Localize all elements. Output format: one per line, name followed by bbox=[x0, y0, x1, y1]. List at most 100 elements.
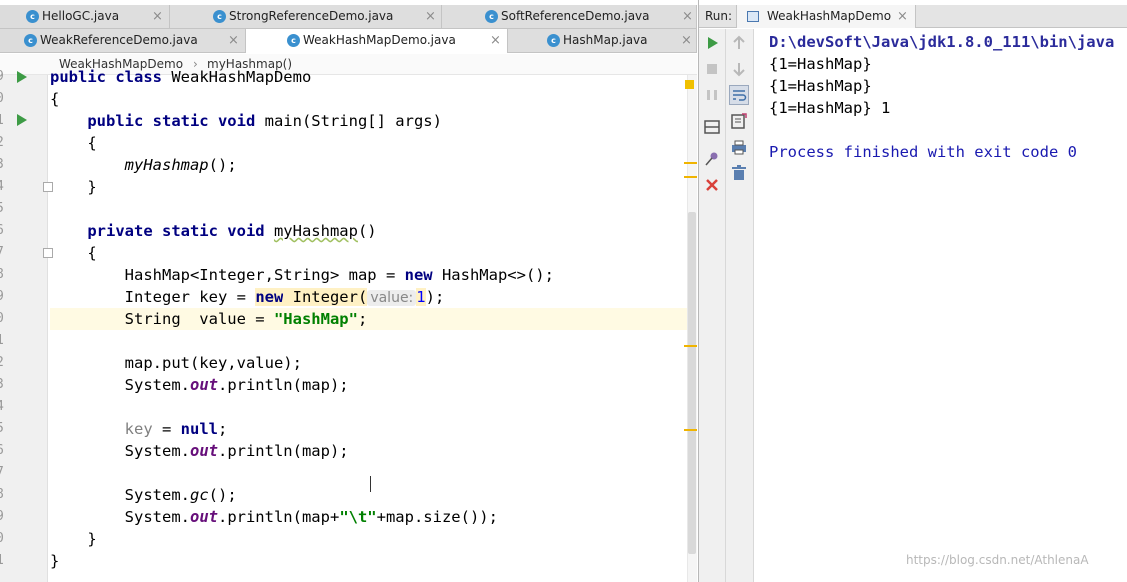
close-icon[interactable]: × bbox=[682, 5, 693, 28]
line-number: 4 bbox=[0, 176, 8, 198]
run-icon[interactable] bbox=[702, 33, 722, 53]
line-number: 6 bbox=[0, 440, 8, 462]
line-number: 5 bbox=[0, 418, 8, 440]
warning-status-icon[interactable] bbox=[685, 80, 694, 89]
warning-marker[interactable] bbox=[684, 176, 697, 178]
line-number: 3 bbox=[0, 374, 8, 396]
tab-weakhashmapdemo[interactable]: c WeakHashMapDemo.java × bbox=[246, 29, 508, 53]
run-toolbar-left bbox=[699, 29, 726, 582]
stop-icon[interactable] bbox=[702, 59, 722, 79]
code-line: Integer key = new Integer(value: 1); bbox=[124, 288, 445, 306]
soft-wrap-icon[interactable] bbox=[729, 85, 749, 105]
tab-hashmap[interactable]: c HashMap.java × bbox=[508, 29, 697, 52]
console-line: Process finished with exit code 0 bbox=[769, 143, 1077, 161]
line-number: 9 bbox=[0, 286, 8, 308]
line-number: 0 bbox=[0, 308, 8, 330]
code-line: System.out.println(map); bbox=[124, 376, 349, 394]
tab-label: StrongReferenceDemo.java bbox=[229, 9, 394, 23]
console-line: D:\devSoft\Java\jdk1.8.0_111\bin\java bbox=[769, 33, 1115, 51]
pause-icon[interactable] bbox=[702, 85, 722, 105]
code-line: private static void myHashmap() bbox=[87, 222, 377, 240]
code-line-current: String value = "HashMap"; bbox=[50, 308, 687, 330]
tab-strongreferencedemo[interactable]: c StrongReferenceDemo.java × bbox=[170, 5, 442, 28]
run-class-icon[interactable] bbox=[17, 71, 27, 83]
console-output[interactable]: D:\devSoft\Java\jdk1.8.0_111\bin\java {1… bbox=[755, 29, 1127, 582]
parameter-hint: value: bbox=[367, 290, 417, 306]
code-area[interactable]: public class WeakHashMapDemo { public st… bbox=[50, 66, 687, 582]
code-line: { bbox=[50, 90, 60, 108]
line-number: 7 bbox=[0, 242, 8, 264]
up-icon[interactable] bbox=[729, 33, 749, 53]
run-tab-label: WeakHashMapDemo bbox=[767, 9, 892, 23]
code-line: map.put(key,value); bbox=[50, 354, 302, 372]
line-number: 1 bbox=[0, 330, 8, 352]
run-panel-header: Run: WeakHashMapDemo × bbox=[699, 5, 1127, 28]
class-icon: c bbox=[26, 10, 39, 23]
run-toolbar-right bbox=[726, 29, 754, 582]
close-icon[interactable]: × bbox=[897, 5, 908, 28]
line-number: 7 bbox=[0, 462, 8, 484]
class-icon: c bbox=[24, 34, 37, 47]
tab-weakreferencedemo[interactable]: c WeakReferenceDemo.java × bbox=[20, 29, 246, 52]
warning-marker[interactable] bbox=[684, 345, 697, 347]
console-line: {1=HashMap} 1 bbox=[769, 99, 891, 117]
run-main-icon[interactable] bbox=[17, 114, 27, 126]
export-icon[interactable] bbox=[729, 111, 749, 131]
code-line: } bbox=[50, 552, 60, 570]
warning-marker[interactable] bbox=[684, 162, 697, 164]
text-cursor-icon bbox=[370, 476, 376, 492]
tab-label: HelloGC.java bbox=[42, 9, 120, 23]
print-icon[interactable] bbox=[729, 137, 749, 157]
line-number: 5 bbox=[0, 198, 8, 220]
editor-tab-row-1: c HelloGC.java × c StrongReferenceDemo.j… bbox=[0, 5, 697, 29]
line-number: 3 bbox=[0, 154, 8, 176]
line-number: 1 bbox=[0, 550, 8, 572]
watermark: https://blog.csdn.net/AthlenaA bbox=[906, 553, 1089, 567]
line-number: 8 bbox=[0, 484, 8, 506]
close-icon[interactable]: × bbox=[425, 5, 436, 28]
scrollbar-thumb[interactable] bbox=[688, 212, 696, 554]
line-number: 4 bbox=[0, 396, 8, 418]
pin-icon[interactable] bbox=[702, 149, 722, 169]
class-icon: c bbox=[547, 34, 560, 47]
tab-label: WeakReferenceDemo.java bbox=[40, 33, 198, 47]
class-icon: c bbox=[213, 10, 226, 23]
tab-label: WeakHashMapDemo.java bbox=[303, 33, 456, 47]
class-icon: c bbox=[287, 34, 300, 47]
close-icon[interactable]: × bbox=[490, 29, 501, 52]
line-number: 0 bbox=[0, 528, 8, 550]
close-icon[interactable] bbox=[702, 175, 722, 195]
line-number: 9 bbox=[0, 506, 8, 528]
editor-tab-row-2: c WeakReferenceDemo.java × c WeakHashMap… bbox=[0, 29, 697, 53]
close-icon[interactable]: × bbox=[152, 5, 163, 28]
tab-softreferencedemo[interactable]: c SoftReferenceDemo.java × bbox=[442, 5, 697, 28]
run-tab[interactable]: WeakHashMapDemo × bbox=[736, 5, 916, 28]
down-icon[interactable] bbox=[729, 59, 749, 79]
console-line: {1=HashMap} bbox=[769, 55, 872, 73]
code-line: public static void main(String[] args) bbox=[87, 112, 442, 130]
code-editor[interactable]: c HelloGC.java × c StrongReferenceDemo.j… bbox=[0, 0, 697, 582]
code-line: System.gc(); bbox=[124, 486, 237, 504]
tab-label: SoftReferenceDemo.java bbox=[501, 9, 650, 23]
class-icon: c bbox=[485, 10, 498, 23]
run-panel: Run: WeakHashMapDemo × D:\devSoft\Java\j… bbox=[698, 0, 1127, 582]
warning-marker[interactable] bbox=[684, 429, 697, 431]
trash-icon[interactable] bbox=[729, 163, 749, 183]
close-icon[interactable]: × bbox=[228, 29, 239, 52]
line-number: 9 bbox=[0, 66, 8, 88]
code-line: System.out.println(map); bbox=[124, 442, 349, 460]
run-label: Run: bbox=[705, 9, 733, 23]
code-line: public class WeakHashMapDemo bbox=[50, 68, 312, 86]
layout-icon[interactable] bbox=[702, 117, 722, 137]
line-number: 1 bbox=[0, 110, 8, 132]
line-number: 8 bbox=[0, 264, 8, 286]
tab-hellogc[interactable]: c HelloGC.java × bbox=[20, 5, 170, 28]
code-line: HashMap<Integer,String> map = new HashMa… bbox=[124, 266, 554, 284]
tab-label: HashMap.java bbox=[563, 33, 648, 47]
close-icon[interactable]: × bbox=[681, 29, 692, 52]
code-line: { bbox=[50, 244, 97, 262]
